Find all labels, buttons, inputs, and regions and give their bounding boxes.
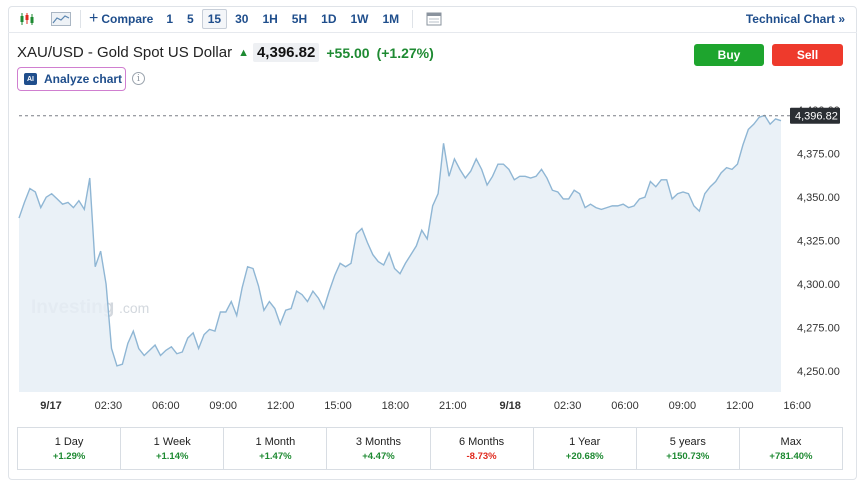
x-tick-label: 18:00: [382, 400, 410, 412]
investing-watermark-suffix: .com: [119, 300, 149, 316]
performance-cell[interactable]: Max +781.40%: [740, 428, 842, 469]
x-tick-label: 02:30: [554, 400, 582, 412]
performance-value: +1.47%: [259, 450, 292, 462]
performance-cell[interactable]: 1 Year +20.68%: [534, 428, 637, 469]
x-tick-label: 02:30: [95, 400, 123, 412]
y-tick-label: 4,375.00: [797, 149, 840, 161]
performance-period: 1 Month: [255, 435, 296, 448]
x-tick-label: 9/17: [40, 400, 61, 412]
x-tick-label: 12:00: [726, 400, 754, 412]
performance-cell[interactable]: 3 Months +4.47%: [327, 428, 431, 469]
x-tick-label: 06:00: [611, 400, 639, 412]
y-tick-label: 4,250.00: [797, 366, 840, 378]
performance-period: 1 Year: [569, 435, 601, 448]
price-area-fill: [19, 115, 781, 392]
performance-period: 3 Months: [355, 435, 402, 448]
x-tick-label: 15:00: [324, 400, 352, 412]
performance-value: +150.73%: [666, 450, 710, 462]
performance-value: +781.40%: [769, 450, 813, 462]
performance-period: Max: [780, 435, 802, 448]
performance-value: -8.73%: [466, 450, 497, 462]
performance-value: +1.29%: [52, 450, 86, 462]
performance-period: 1 Day: [54, 435, 84, 448]
x-tick-label: 21:00: [439, 400, 467, 412]
performance-period: 1 Week: [153, 435, 191, 448]
x-tick-label: 9/18: [499, 400, 520, 412]
y-tick-label: 4,350.00: [797, 192, 840, 204]
performance-value: +4.47%: [362, 450, 395, 462]
performance-cell[interactable]: 1 Month +1.47%: [224, 428, 328, 469]
y-tick-label: 4,275.00: [797, 323, 840, 335]
performance-period: 6 Months: [458, 435, 505, 448]
x-tick-label: 09:00: [669, 400, 697, 412]
x-tick-label: 09:00: [209, 400, 237, 412]
performance-period: 5 years: [669, 435, 706, 448]
performance-cell[interactable]: 6 Months -8.73%: [431, 428, 534, 469]
performance-table: 1 Day +1.29% 1 Week +1.14% 1 Month +1.47% 3 Mo…: [17, 427, 843, 470]
x-tick-label: 16:00: [783, 400, 811, 412]
x-tick-label: 06:00: [152, 400, 180, 412]
performance-cell[interactable]: 1 Day +1.29%: [18, 428, 122, 469]
performance-value: +1.14%: [155, 450, 189, 462]
performance-cell[interactable]: 5 years +150.73%: [637, 428, 740, 469]
x-tick-label: 12:00: [267, 400, 295, 412]
performance-value: +20.68%: [565, 450, 604, 462]
price-chart[interactable]: Investing.com4,250.004,275.004,300.004,3…: [0, 0, 865, 488]
performance-cell[interactable]: 1 Week +1.14%: [121, 428, 225, 469]
y-tick-label: 4,325.00: [797, 236, 840, 248]
current-price-tag-label: 4,396.82: [795, 111, 838, 123]
y-tick-label: 4,300.00: [797, 279, 840, 291]
